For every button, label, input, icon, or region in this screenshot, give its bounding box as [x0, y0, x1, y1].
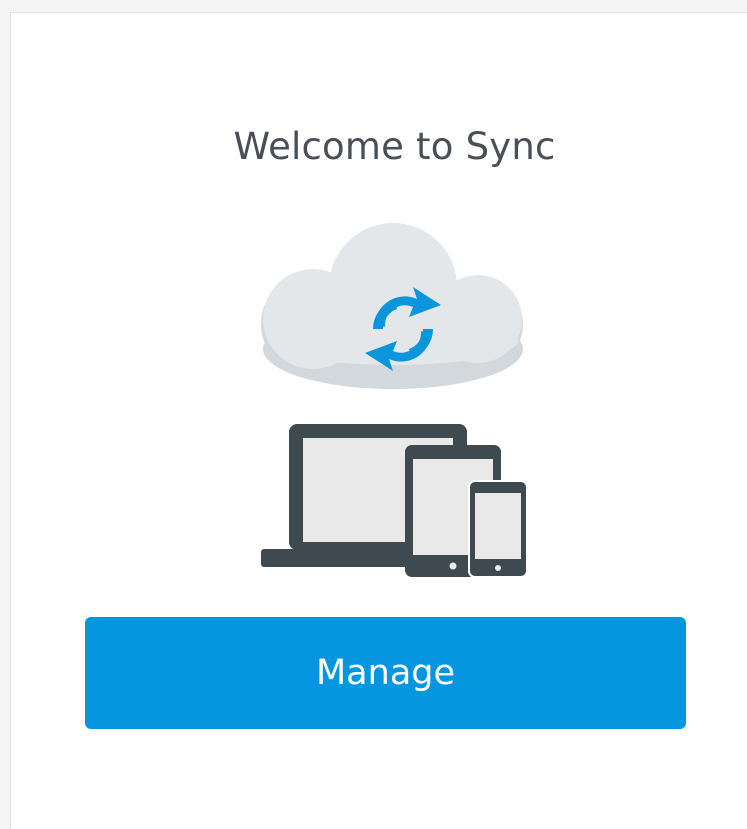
sync-illustration	[261, 223, 528, 578]
manage-button[interactable]: Manage	[85, 617, 686, 729]
phone-icon	[468, 480, 528, 578]
sync-welcome-card: Welcome to Sync Manage	[10, 12, 747, 829]
welcome-title: Welcome to Sync	[233, 125, 556, 168]
